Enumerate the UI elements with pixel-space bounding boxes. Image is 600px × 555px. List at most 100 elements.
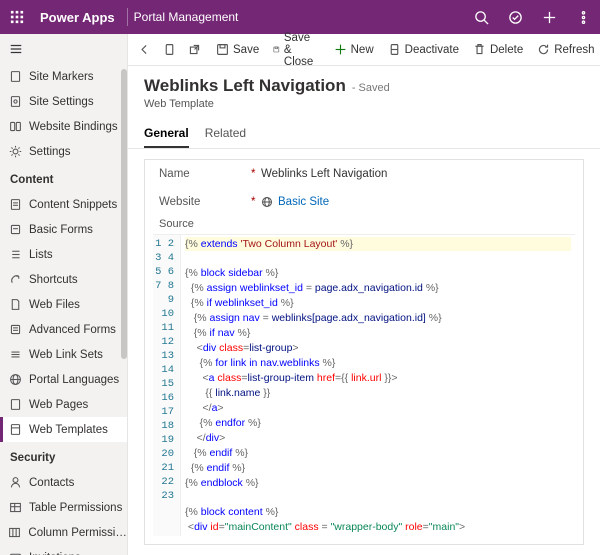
sidebar-item-settings[interactable]: Settings <box>0 139 127 164</box>
column-perm-icon <box>8 526 21 540</box>
delete-button[interactable]: Delete <box>466 34 530 66</box>
sidebar-item-label: Content Snippets <box>29 199 117 211</box>
save-close-button[interactable]: Save & Close <box>266 34 326 66</box>
person-icon <box>8 476 22 490</box>
list-icon <box>8 248 22 262</box>
website-link[interactable]: Basic Site <box>261 196 329 208</box>
source-label: Source <box>145 216 583 232</box>
linkset-icon <box>8 348 22 362</box>
hamburger-icon[interactable] <box>0 34 127 64</box>
sidebar-item-label: Web Pages <box>29 399 88 411</box>
sidebar-item-label: Advanced Forms <box>29 324 116 336</box>
record-title: Weblinks Left Navigation <box>144 76 346 96</box>
sidebar-item-label: Site Settings <box>29 96 94 108</box>
delete-label: Delete <box>490 44 523 56</box>
form-tabs: General Related <box>128 114 600 149</box>
code-content[interactable]: {% extends 'Two Column Layout' %} {% blo… <box>181 235 575 536</box>
waffle-icon[interactable] <box>0 10 34 24</box>
snippet-icon <box>8 198 22 212</box>
sidebar-item-label: Lists <box>29 249 53 261</box>
save-button[interactable]: Save <box>209 34 266 66</box>
shortcut-icon <box>8 273 22 287</box>
sidebar-item-site-settings[interactable]: Site Settings <box>0 89 127 114</box>
sidebar-item-column-permissions[interactable]: Column Permissio... <box>0 520 127 545</box>
sidebar-item-label: Website Bindings <box>29 121 118 133</box>
sidebar-item-invitations[interactable]: Invitations <box>0 545 127 555</box>
sidebar-item-label: Basic Forms <box>29 224 93 236</box>
sidebar-scrollbar[interactable] <box>121 64 127 555</box>
sidebar-item-label: Web Templates <box>29 424 108 436</box>
field-name[interactable]: Name * Weblinks Left Navigation <box>145 160 583 188</box>
search-icon[interactable] <box>464 0 498 34</box>
refresh-label: Refresh <box>554 44 594 56</box>
sidebar-item-table-permissions[interactable]: Table Permissions <box>0 495 127 520</box>
file-icon <box>8 298 22 312</box>
module-label: Portal Management <box>134 10 239 24</box>
adv-form-icon <box>8 323 22 337</box>
sidebar-item-shortcuts[interactable]: Shortcuts <box>0 267 127 292</box>
brand-label: Power Apps <box>34 10 121 25</box>
deactivate-label: Deactivate <box>405 44 459 56</box>
marker-icon <box>8 70 22 84</box>
header-divider <box>127 8 128 26</box>
sidebar-item-web-files[interactable]: Web Files <box>0 292 127 317</box>
back-button[interactable] <box>132 34 157 66</box>
code-editor[interactable]: 1 2 3 4 5 6 7 8 9 10 11 12 13 14 15 16 1… <box>153 234 575 536</box>
sidebar-item-label: Settings <box>29 146 71 158</box>
sidebar: Site Markers Site Settings Website Bindi… <box>0 34 128 555</box>
website-value: Basic Site <box>278 196 329 208</box>
settings-page-icon <box>8 95 22 109</box>
sidebar-item-contacts[interactable]: Contacts <box>0 470 127 495</box>
add-icon[interactable] <box>532 0 566 34</box>
new-label: New <box>351 44 374 56</box>
sidebar-item-label: Web Files <box>29 299 80 311</box>
line-gutter: 1 2 3 4 5 6 7 8 9 10 11 12 13 14 15 16 1… <box>153 235 181 536</box>
record-subtitle: Web Template <box>144 98 584 110</box>
gear-icon <box>8 145 22 159</box>
sidebar-item-advanced-forms[interactable]: Advanced Forms <box>0 317 127 342</box>
sidebar-item-website-bindings[interactable]: Website Bindings <box>0 114 127 139</box>
sidebar-item-site-markers[interactable]: Site Markers <box>0 64 127 89</box>
sidebar-item-basic-forms[interactable]: Basic Forms <box>0 217 127 242</box>
new-button[interactable]: New <box>327 34 381 66</box>
sidebar-item-label: Web Link Sets <box>29 349 103 361</box>
sidebar-item-label: Portal Languages <box>29 374 119 386</box>
main-area: Save Save & Close New Deactivate Delete … <box>128 34 600 555</box>
sidebar-item-portal-languages[interactable]: Portal Languages <box>0 367 127 392</box>
sidebar-item-web-pages[interactable]: Web Pages <box>0 392 127 417</box>
open-new-icon[interactable] <box>182 34 207 66</box>
save-label: Save <box>233 44 259 56</box>
sidebar-item-label: Site Markers <box>29 71 94 83</box>
sidebar-item-label: Table Permissions <box>29 502 122 514</box>
page-icon <box>8 398 22 412</box>
template-icon <box>8 423 22 437</box>
record-header: Weblinks Left Navigation - Saved Web Tem… <box>128 66 600 114</box>
sidebar-item-content-snippets[interactable]: Content Snippets <box>0 192 127 217</box>
table-perm-icon <box>8 501 22 515</box>
sidebar-item-web-templates[interactable]: Web Templates <box>0 417 127 442</box>
more-header-icon[interactable] <box>566 0 600 34</box>
record-set-icon[interactable] <box>157 34 182 66</box>
command-bar: Save Save & Close New Deactivate Delete … <box>128 34 600 66</box>
saved-tag: - Saved <box>352 82 390 94</box>
sidebar-item-web-link-sets[interactable]: Web Link Sets <box>0 342 127 367</box>
mail-icon <box>8 551 22 555</box>
field-website[interactable]: Website * Basic Site <box>145 188 583 216</box>
app-header: Power Apps Portal Management <box>0 0 600 34</box>
sidebar-item-label: Column Permissio... <box>28 527 127 539</box>
sidebar-item-label: Contacts <box>29 477 74 489</box>
field-label: Name <box>159 168 251 180</box>
deactivate-button[interactable]: Deactivate <box>381 34 466 66</box>
task-icon[interactable] <box>498 0 532 34</box>
globe-icon <box>8 373 22 387</box>
sidebar-item-label: Invitations <box>29 552 81 555</box>
tab-general[interactable]: General <box>144 120 189 148</box>
sidebar-section-content: Content <box>0 164 127 192</box>
sidebar-item-lists[interactable]: Lists <box>0 242 127 267</box>
field-label: Website <box>159 196 251 208</box>
globe-icon <box>261 196 273 208</box>
field-value: Weblinks Left Navigation <box>261 168 387 180</box>
refresh-button[interactable]: Refresh <box>530 34 600 66</box>
tab-related[interactable]: Related <box>205 120 246 148</box>
bindings-icon <box>8 120 22 134</box>
